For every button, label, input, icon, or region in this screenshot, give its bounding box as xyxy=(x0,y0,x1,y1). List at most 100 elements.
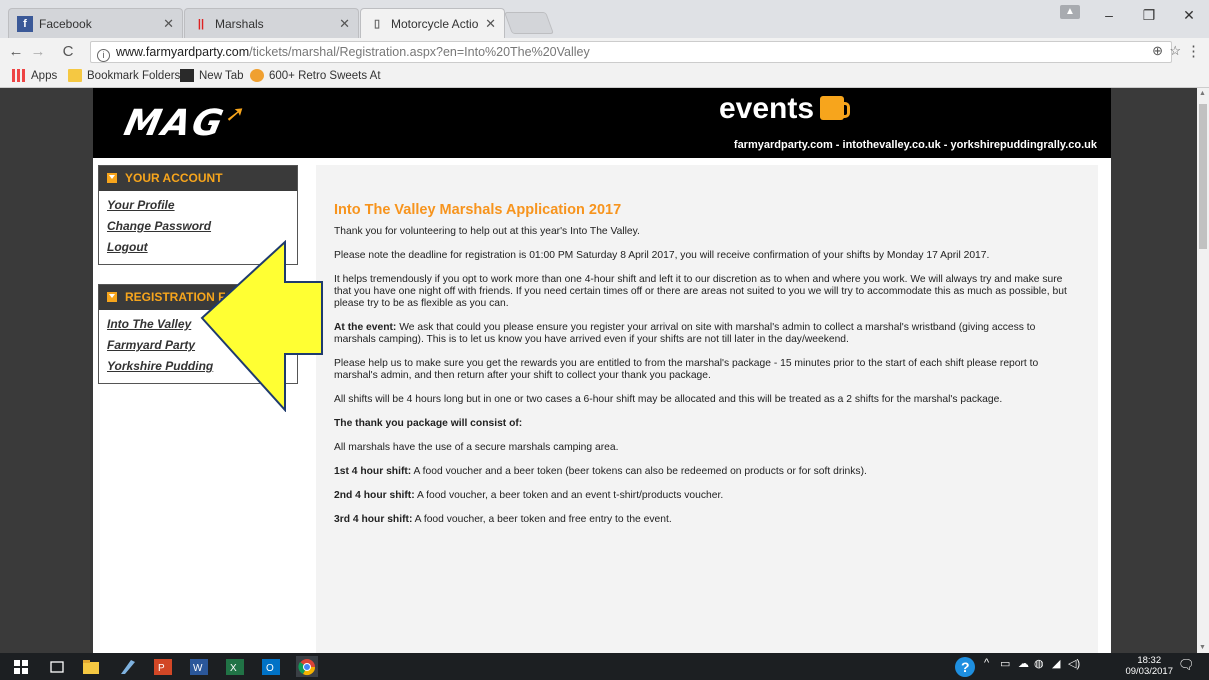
wifi-icon[interactable]: ◢ xyxy=(1052,657,1060,670)
logo-text: MAG xyxy=(120,103,229,144)
windows-start-icon[interactable] xyxy=(10,656,32,677)
restore-icon[interactable]: ❐ xyxy=(1129,0,1169,30)
back-icon[interactable]: ← xyxy=(6,42,26,62)
profile-icon[interactable]: ▲ xyxy=(1060,5,1080,19)
shift3-label: 3rd 4 hour shift: xyxy=(334,514,413,525)
shifts-text: It helps tremendously if you opt to work… xyxy=(334,274,1067,309)
link-your-profile[interactable]: Your Profile xyxy=(107,195,297,216)
url-path: /tickets/marshal/Registration.aspx?en=In… xyxy=(249,45,590,59)
cloud-icon[interactable]: ☁ xyxy=(1018,657,1029,670)
volume-icon[interactable]: ◁) xyxy=(1068,657,1080,670)
shift2-body: A food voucher, a beer token and an even… xyxy=(414,490,724,501)
marshals-icon: || xyxy=(197,17,205,30)
close-icon[interactable]: ✕ xyxy=(163,16,174,32)
dropdown-bullet-icon xyxy=(107,173,117,183)
bookmark-label: Bookmark Folders xyxy=(87,69,181,82)
yellow-arrow-annotation xyxy=(200,240,323,412)
page-icon: ▯ xyxy=(373,18,381,30)
package-heading: The thank you package will consist of: xyxy=(334,418,1074,430)
mag-logo[interactable]: MAG➚ xyxy=(121,102,250,144)
arrow-shape xyxy=(200,240,323,412)
tab-label: Marshals xyxy=(215,16,264,31)
svg-text:W: W xyxy=(193,663,203,674)
help-icon[interactable]: ? xyxy=(952,656,978,677)
address-bar: ← → C i www.farmyardparty.com/tickets/mar… xyxy=(0,38,1209,66)
svg-text:P: P xyxy=(158,663,165,674)
at-event-body: We ask that could you please ensure you … xyxy=(334,322,1036,345)
pen-app-icon[interactable] xyxy=(116,656,138,677)
minimize-icon[interactable]: – xyxy=(1089,0,1129,30)
excel-icon[interactable]: X xyxy=(224,656,246,677)
at-event-text: At the event: We ask that could you plea… xyxy=(334,322,1074,346)
shift2-text: 2nd 4 hour shift: A food voucher, a beer… xyxy=(334,490,1074,502)
rewards-text: Please help us to make sure you get the … xyxy=(334,358,1039,381)
shift2-label: 2nd 4 hour shift: xyxy=(334,490,415,501)
scroll-down-icon[interactable]: ▼ xyxy=(1199,644,1206,651)
shift1-label: 1st 4 hour shift: xyxy=(334,466,412,477)
facebook-icon: f xyxy=(17,15,33,32)
tray-chevron-icon[interactable]: ^ xyxy=(984,657,989,669)
tab-bar: f Facebook ✕ || Marshals ✕ ▯ Motorcycle … xyxy=(0,0,1209,38)
bookmark-folders[interactable]: Bookmark Folders xyxy=(68,69,180,82)
bookmark-label: 600+ Retro Sweets At xyxy=(269,69,381,82)
link-change-password[interactable]: Change Password xyxy=(107,216,297,237)
page-title: Into The Valley Marshals Application 201… xyxy=(334,202,622,218)
shift3-body: A food voucher, a beer token and free en… xyxy=(412,514,672,525)
svg-text:O: O xyxy=(266,663,274,674)
window-close-icon[interactable]: ✕ xyxy=(1169,0,1209,30)
menu-icon[interactable]: ⋮ xyxy=(1186,42,1201,60)
bookmark-new-tab[interactable]: New Tab xyxy=(180,69,244,82)
chrome-icon[interactable] xyxy=(296,656,318,677)
tab-marshals[interactable]: || Marshals ✕ xyxy=(184,8,359,38)
windows-taskbar: P W X O ? ^ ▭ ☁ ◍ ◢ ◁) 18:32 09/03/2017 … xyxy=(0,653,1209,680)
main-content: Into The Valley Marshals Application 201… xyxy=(316,165,1098,653)
close-icon[interactable]: ✕ xyxy=(339,16,350,32)
info-icon[interactable]: i xyxy=(97,49,110,62)
camping-text: All marshals have the use of a secure ma… xyxy=(334,442,619,453)
new-tab-button[interactable] xyxy=(503,12,555,34)
at-event-label: At the event: xyxy=(334,322,397,333)
reload-icon[interactable]: C xyxy=(58,42,78,62)
account-title: YOUR ACCOUNT xyxy=(125,171,223,185)
scroll-up-icon[interactable]: ▲ xyxy=(1199,90,1206,97)
intro-text: Thank you for volunteering to help out a… xyxy=(334,226,640,237)
events-title: events xyxy=(719,92,851,126)
file-explorer-icon[interactable] xyxy=(80,656,102,677)
bookmark-retro-sweets[interactable]: 600+ Retro Sweets At xyxy=(250,69,381,82)
star-icon[interactable]: ☆ xyxy=(1169,43,1181,59)
zoom-icon[interactable]: ⊕ xyxy=(1152,43,1163,59)
taskbar-clock[interactable]: 18:32 09/03/2017 xyxy=(1125,655,1173,677)
shift1-body: A food voucher and a beer token (beer to… xyxy=(411,466,867,477)
folder-icon xyxy=(68,69,82,82)
bookmarks-bar: Apps Bookmark Folders New Tab 600+ Retro… xyxy=(0,66,1209,88)
task-view-icon[interactable] xyxy=(46,656,68,677)
forward-icon[interactable]: → xyxy=(28,42,48,62)
notifications-icon[interactable]: 🗨 xyxy=(1178,657,1195,673)
word-icon[interactable]: W xyxy=(188,656,210,677)
site-header: MAG➚ events farmyardparty.com - intothev… xyxy=(93,88,1111,158)
events-label: events xyxy=(719,92,815,125)
dropdown-bullet-icon xyxy=(107,292,117,302)
page-scrollbar[interactable]: ▲ ▼ xyxy=(1197,88,1209,653)
battery-icon[interactable]: ▭ xyxy=(1000,657,1010,670)
bookmark-apps[interactable]: Apps xyxy=(12,69,57,82)
bookmark-label: Apps xyxy=(31,69,58,82)
url-input[interactable]: i www.farmyardparty.com/tickets/marshal/R… xyxy=(90,41,1172,63)
tab-facebook[interactable]: f Facebook ✕ xyxy=(8,8,183,38)
scroll-thumb[interactable] xyxy=(1199,104,1207,249)
shift-length-text: All shifts will be 4 hours long but in o… xyxy=(334,394,1003,405)
tab-label: Facebook xyxy=(39,16,92,31)
svg-text:X: X xyxy=(230,663,237,674)
account-box-header: YOUR ACCOUNT xyxy=(99,166,297,191)
tab-motorcycle-action-group[interactable]: ▯ Motorcycle Action Group ✕ xyxy=(360,8,505,38)
svg-text:?: ? xyxy=(961,659,970,675)
tab-label: Motorcycle Action Group xyxy=(391,16,479,31)
close-icon[interactable]: ✕ xyxy=(485,16,496,32)
outlook-icon[interactable]: O xyxy=(260,656,282,677)
newtab-icon xyxy=(180,69,194,82)
powerpoint-icon[interactable]: P xyxy=(152,656,174,677)
sync-icon[interactable]: ◍ xyxy=(1034,657,1044,670)
site-links[interactable]: farmyardparty.com - intothevalley.co.uk … xyxy=(734,139,1097,151)
clock-time: 18:32 xyxy=(1137,655,1162,666)
shift1-text: 1st 4 hour shift: A food voucher and a b… xyxy=(334,466,1074,478)
